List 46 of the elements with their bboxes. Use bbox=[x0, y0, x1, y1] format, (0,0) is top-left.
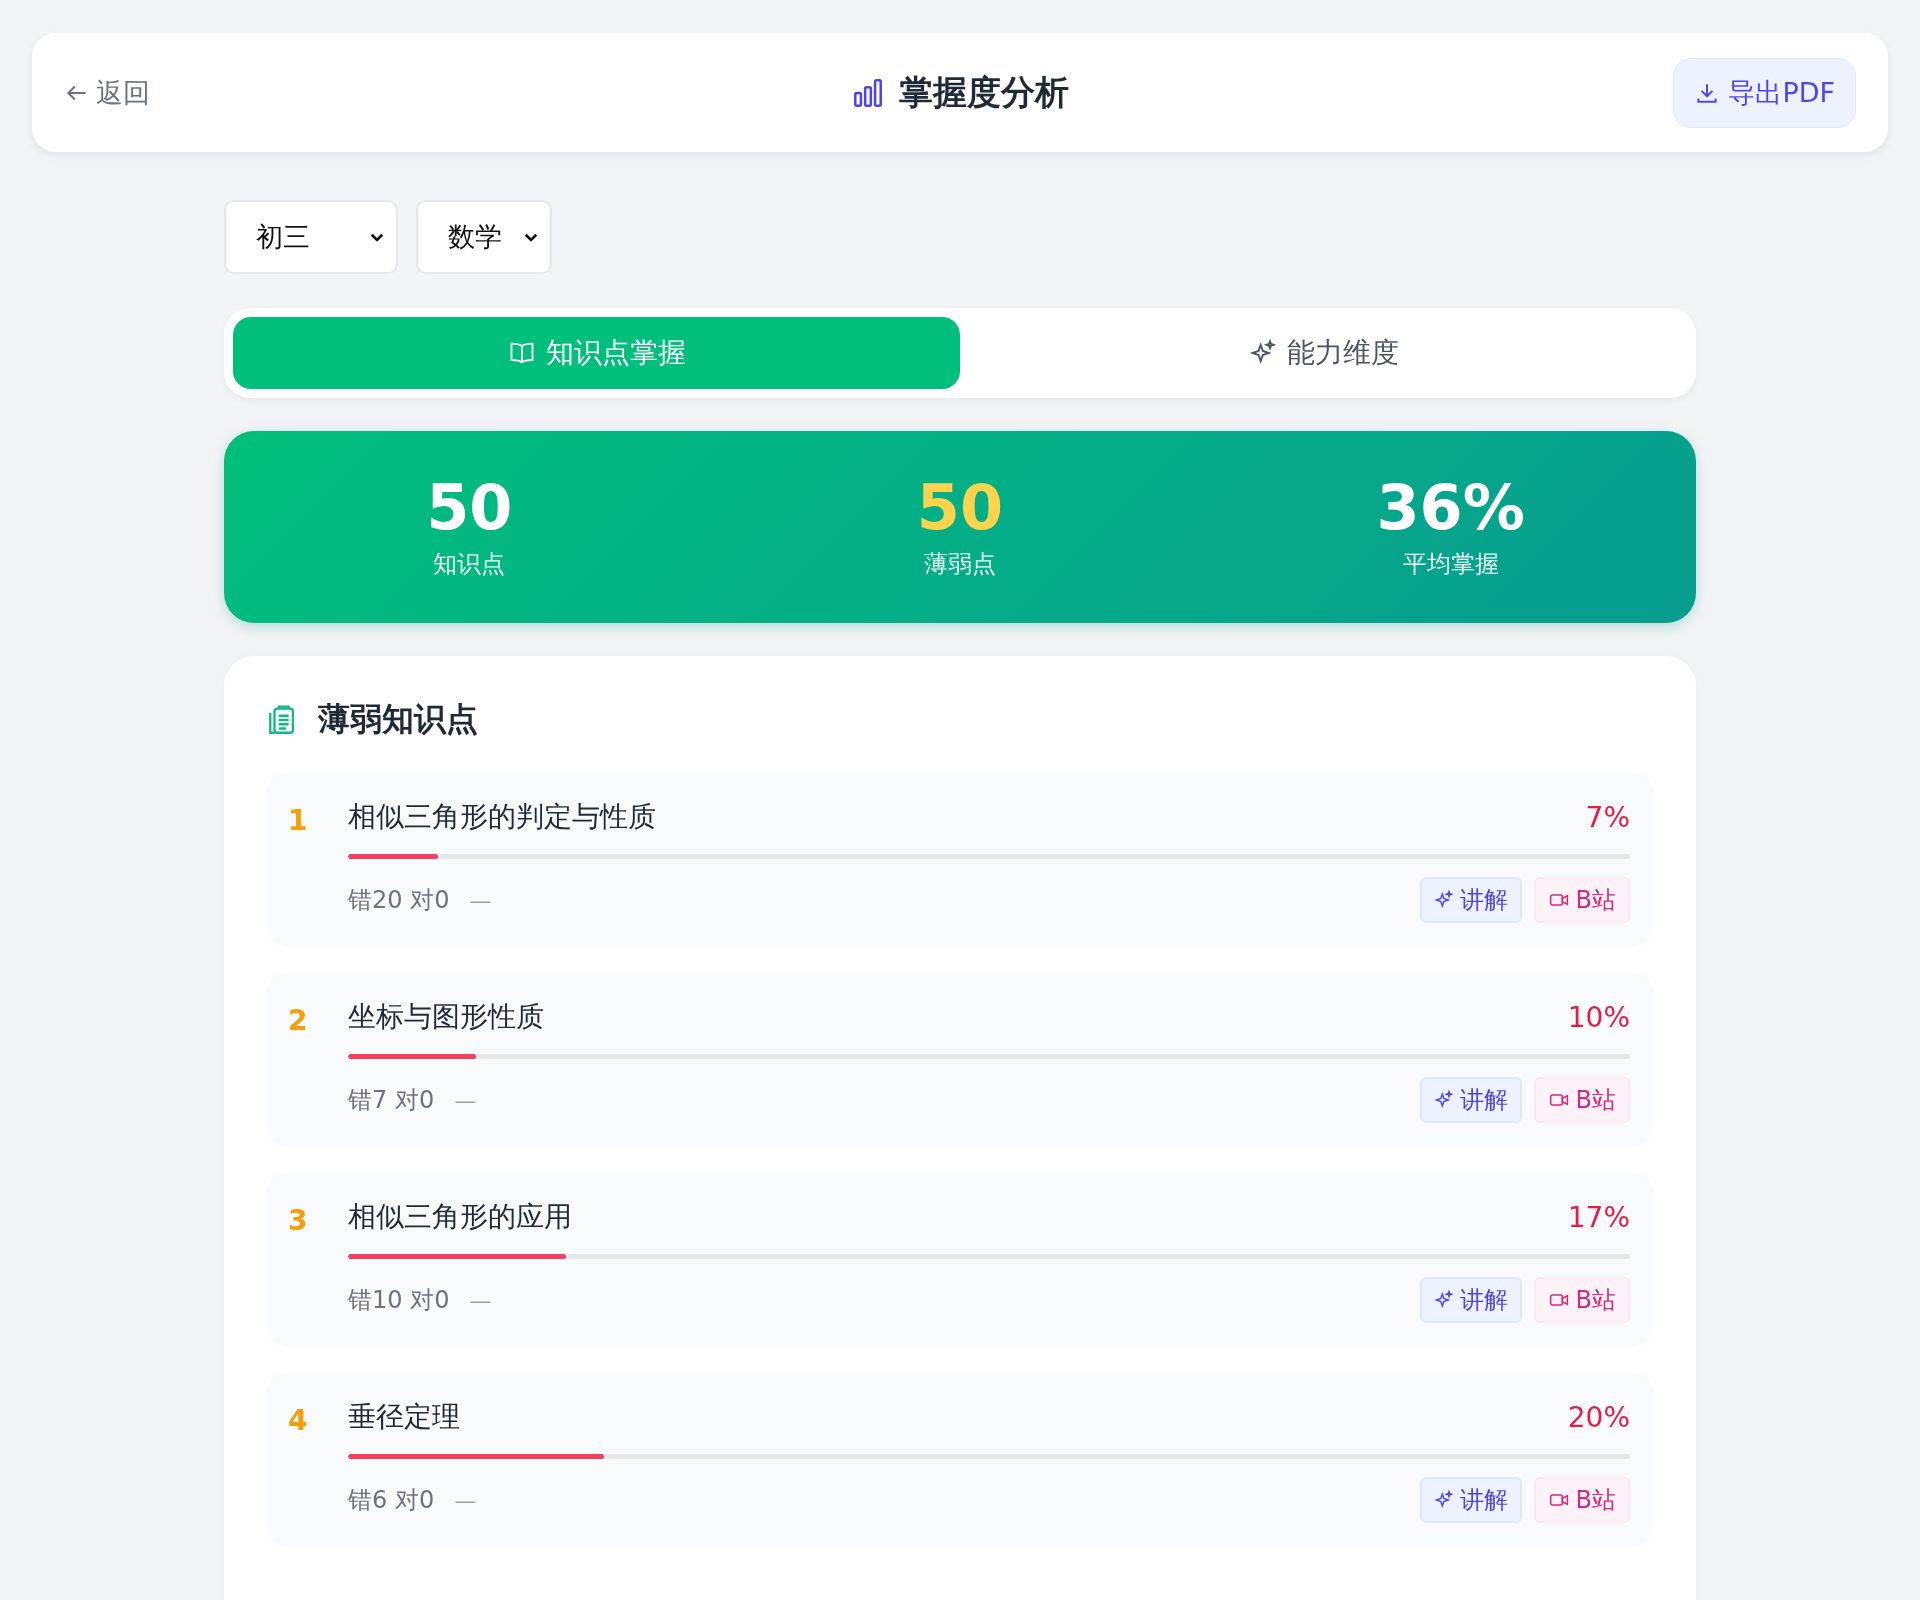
mastery-percent: 10% bbox=[1567, 1000, 1630, 1034]
trend-indicator: — bbox=[454, 1087, 477, 1113]
mastery-percent: 17% bbox=[1567, 1200, 1630, 1234]
knowledge-point-name: 相似三角形的判定与性质 bbox=[348, 799, 656, 835]
rank-number: 3 bbox=[288, 1203, 309, 1239]
sparkle-icon bbox=[1433, 1090, 1454, 1110]
explain-button[interactable]: 讲解 bbox=[1419, 1077, 1522, 1123]
knowledge-point-name: 垂径定理 bbox=[348, 1399, 460, 1435]
sparkle-icon bbox=[1433, 890, 1454, 910]
mastery-percent: 20% bbox=[1567, 1400, 1630, 1434]
answer-record: 错6 对0 bbox=[348, 1485, 435, 1516]
stat-value: 50 bbox=[426, 473, 513, 543]
rank-number: 4 bbox=[288, 1403, 309, 1439]
back-link[interactable]: 返回 bbox=[64, 74, 150, 111]
knowledge-point-name: 相似三角形的应用 bbox=[348, 1199, 572, 1235]
trend-indicator: — bbox=[469, 1287, 492, 1313]
sparkle-icon bbox=[1248, 339, 1277, 367]
tab[interactable]: 能力维度 bbox=[960, 317, 1687, 389]
stat-label: 平均掌握 bbox=[1402, 549, 1499, 581]
video-button[interactable]: B站 bbox=[1533, 1477, 1630, 1523]
page-title: 掌握度分析 bbox=[899, 70, 1069, 114]
explain-button[interactable]: 讲解 bbox=[1419, 1277, 1522, 1323]
sparkle-icon bbox=[1433, 1490, 1454, 1510]
explain-button[interactable]: 讲解 bbox=[1419, 877, 1522, 923]
stat-value: 50 bbox=[916, 473, 1004, 543]
answer-record: 错7 对0 bbox=[348, 1085, 435, 1116]
dropdown-select[interactable]: 初三 bbox=[224, 200, 398, 274]
export-pdf-button[interactable]: 导出PDF bbox=[1673, 57, 1856, 128]
video-button[interactable]: B站 bbox=[1533, 1077, 1630, 1123]
knowledge-point-name: 坐标与图形性质 bbox=[348, 999, 544, 1035]
answer-record: 错20 对0 bbox=[348, 885, 450, 916]
stat-label: 薄弱点 bbox=[924, 549, 996, 581]
dropdown-select[interactable]: 数学 bbox=[416, 200, 552, 274]
answer-record: 错10 对0 bbox=[348, 1285, 450, 1316]
explain-button[interactable]: 讲解 bbox=[1419, 1477, 1522, 1523]
section-title: 薄弱知识点 bbox=[318, 699, 478, 740]
trend-indicator: — bbox=[454, 1487, 477, 1513]
stat-value: 36% bbox=[1376, 473, 1525, 543]
rank-number: 2 bbox=[288, 1003, 309, 1039]
stat-label: 知识点 bbox=[433, 549, 506, 581]
video-button[interactable]: B站 bbox=[1533, 1277, 1630, 1323]
rank-number: 1 bbox=[288, 803, 309, 839]
sparkle-icon bbox=[1433, 1290, 1454, 1310]
video-button[interactable]: B站 bbox=[1533, 877, 1630, 923]
mastery-percent: 7% bbox=[1585, 800, 1630, 834]
trend-indicator: — bbox=[469, 887, 492, 913]
